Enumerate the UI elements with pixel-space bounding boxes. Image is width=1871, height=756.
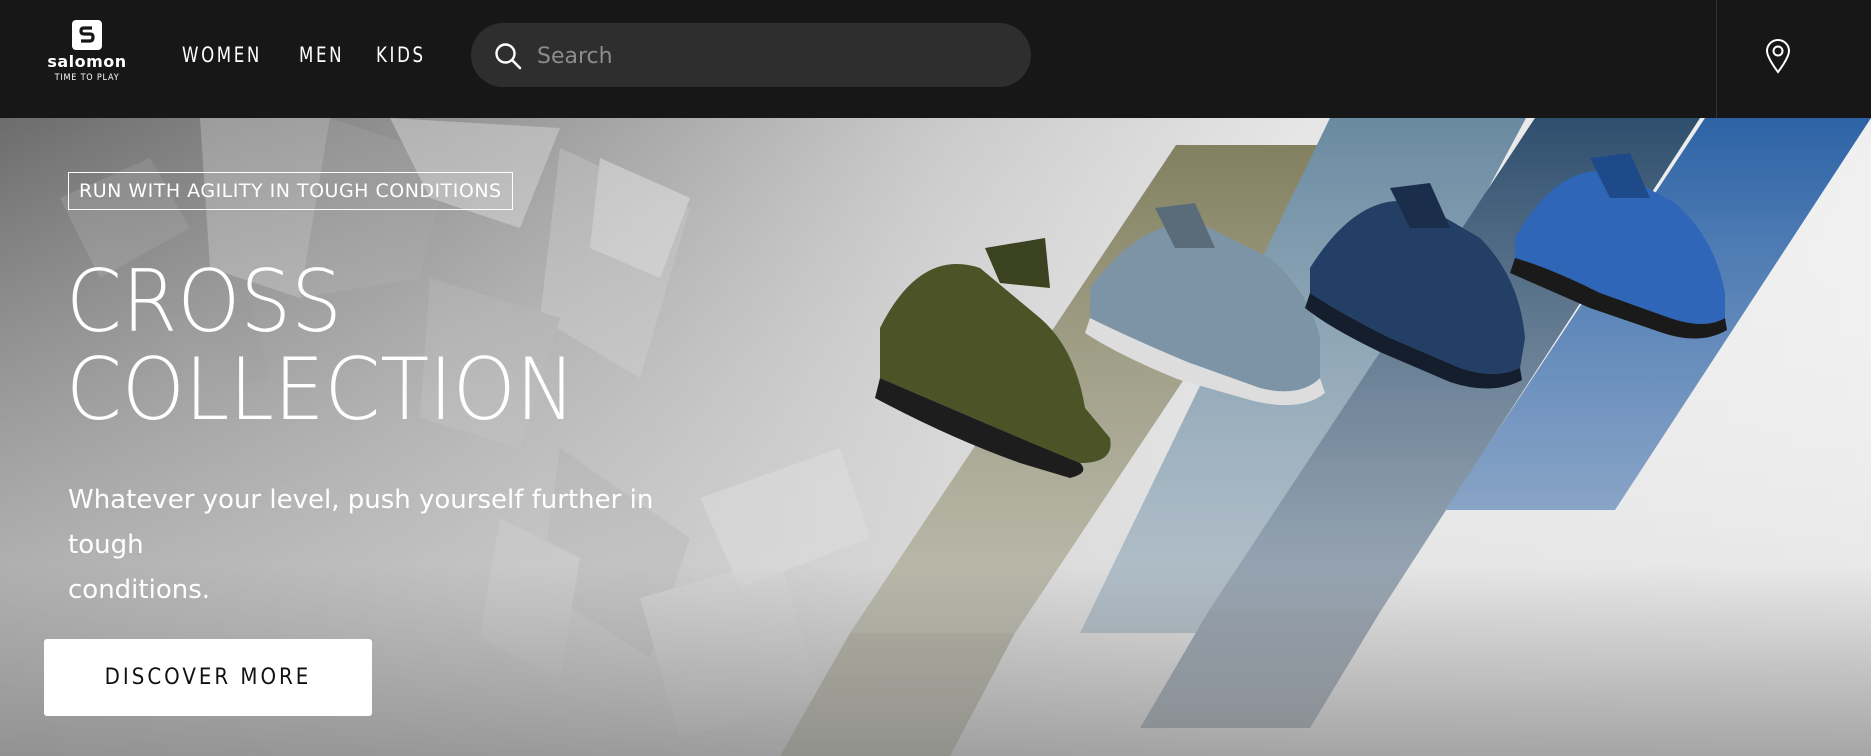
discover-more-button[interactable]: DISCOVER MORE [44, 639, 372, 716]
hero-eyebrow: RUN WITH AGILITY IN TOUGH CONDITIONS [68, 172, 513, 210]
search-input[interactable] [535, 35, 1009, 77]
nav-item-kids[interactable]: KIDS [376, 40, 426, 70]
nav-item-men[interactable]: MEN [299, 40, 344, 70]
brand-tagline: TIME TO PLAY [54, 73, 120, 83]
hero-subtext-line2: conditions. [68, 575, 211, 605]
hero-subtext-line1: Whatever your level, push yourself furth… [68, 485, 654, 560]
salomon-logo-icon [72, 20, 102, 50]
location-pin-icon[interactable] [1763, 38, 1793, 74]
hero-headline-line2: COLLECTION [66, 340, 576, 440]
header-divider [1716, 0, 1717, 118]
brand-name: salomon [47, 52, 127, 71]
search-icon[interactable] [493, 41, 523, 71]
hero-subtext: Whatever your level, push yourself furth… [68, 478, 708, 613]
hero-banner: RUN WITH AGILITY IN TOUGH CONDITIONS CRO… [0, 118, 1871, 756]
hero-headline: CROSS COLLECTION [66, 258, 614, 434]
brand-logo[interactable]: salomon TIME TO PLAY [42, 20, 132, 92]
site-header: salomon TIME TO PLAY WOMEN MEN KIDS [0, 0, 1871, 118]
search-bar[interactable] [471, 23, 1031, 87]
main-nav: WOMEN MEN KIDS [182, 40, 433, 70]
nav-item-women[interactable]: WOMEN [182, 40, 262, 70]
page: salomon TIME TO PLAY WOMEN MEN KIDS Sear… [0, 0, 1871, 756]
hero-headline-line1: CROSS [66, 252, 342, 352]
